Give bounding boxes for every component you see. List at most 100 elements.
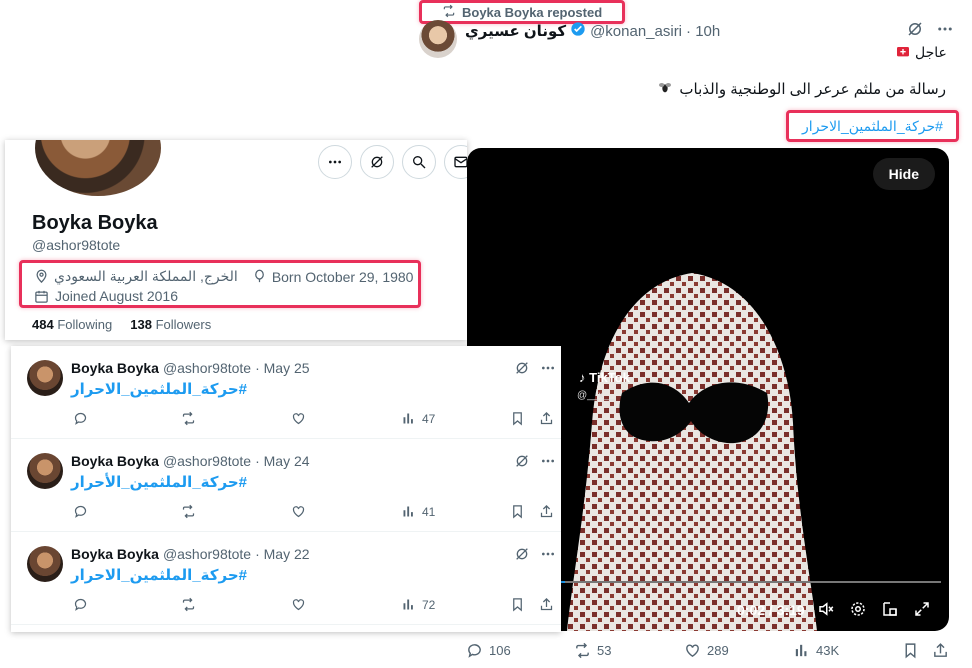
share-button[interactable]: [539, 597, 554, 612]
views-count: 41: [422, 504, 436, 519]
bookmark-button[interactable]: [510, 597, 525, 612]
views-button[interactable]: 47: [401, 411, 435, 426]
profile-birthdate: Born October 29, 1980: [252, 269, 413, 285]
video-progress-bar[interactable]: [561, 581, 941, 583]
profile-avatar[interactable]: [35, 140, 161, 196]
author-avatar[interactable]: [419, 20, 457, 58]
reply-button[interactable]: [73, 597, 88, 612]
grok-icon[interactable]: [906, 20, 924, 43]
profile-message-button[interactable]: [444, 145, 467, 179]
repost-icon: [576, 642, 589, 659]
reply-button[interactable]: [73, 504, 88, 519]
share-button[interactable]: [539, 504, 554, 519]
more-icon[interactable]: [540, 360, 556, 376]
mute-icon[interactable]: [817, 600, 835, 623]
bookmark-button[interactable]: [510, 504, 525, 519]
share-button[interactable]: [539, 411, 554, 426]
follow-stats: 484 Following 138 Followers: [32, 317, 211, 332]
tiktok-icon: ♪: [579, 370, 586, 385]
tweet-text-row: رسالة من ملثم عرعر الى الوطنجية والذباب: [657, 79, 946, 99]
post-author-handle[interactable]: @ashor98tote: [163, 360, 251, 376]
post-author-handle[interactable]: @ashor98tote: [163, 546, 251, 562]
post-date[interactable]: · May 25: [255, 360, 309, 376]
post-author-name[interactable]: Boyka Boyka: [71, 546, 159, 562]
timeline-post[interactable]: Boyka Boyka @ashor98tote · May 22 #حركة_…: [11, 532, 561, 625]
share-button[interactable]: [932, 642, 949, 659]
repost-button[interactable]: 53: [574, 642, 611, 659]
bookmark-icon: [513, 505, 522, 519]
profile-card: Boyka Boyka @ashor98tote الخرج, المملكة …: [5, 140, 467, 340]
post-avatar[interactable]: [27, 546, 63, 582]
tiktok-user: @__x__: [577, 390, 615, 401]
repost-icon: [182, 597, 195, 612]
share-icon: [540, 597, 553, 611]
heart-icon: [292, 506, 305, 518]
post-hashtag-link[interactable]: #حركة_الملثمين_الاحرار: [71, 566, 247, 584]
views-button[interactable]: 41: [401, 504, 435, 519]
share-icon: [540, 411, 553, 425]
post-author-name[interactable]: Boyka Boyka: [71, 360, 159, 376]
tweet-hashtag-link[interactable]: #حركة_الملثمين_الاحرار: [786, 110, 959, 142]
reply-icon: [74, 412, 87, 425]
followers-link[interactable]: 138 Followers: [130, 317, 211, 332]
repost-count: 53: [597, 643, 612, 658]
timeline-post[interactable]: Boyka Boyka @ashor98tote · May 25 #حركة_…: [11, 346, 561, 439]
reply-count: 106: [489, 643, 511, 658]
post-hashtag-link[interactable]: #حركة_الملثمين_الاحرار: [71, 380, 247, 398]
post-author-handle[interactable]: @ashor98tote: [163, 453, 251, 469]
urgent-row: عاجل: [895, 43, 947, 62]
grok-icon: [371, 156, 383, 168]
pip-icon[interactable]: [881, 600, 899, 623]
grok-icon[interactable]: [514, 546, 530, 562]
post-hashtag-link[interactable]: #حركة_الملثمين_الأحرار: [71, 473, 247, 491]
video-controls: [817, 600, 931, 623]
verified-icon: [570, 21, 586, 41]
reply-icon: [74, 505, 87, 518]
siren-icon: [895, 43, 911, 62]
more-icon[interactable]: [540, 546, 556, 562]
repost-button[interactable]: [181, 504, 196, 519]
balloon-icon: [254, 269, 264, 283]
grok-icon[interactable]: [514, 453, 530, 469]
settings-icon[interactable]: [849, 600, 867, 623]
post-date[interactable]: · May 22: [255, 546, 309, 562]
tweet-time[interactable]: · 10h: [686, 23, 720, 40]
author-handle[interactable]: @konan_asiri: [590, 23, 682, 40]
profile-search-button[interactable]: [402, 145, 436, 179]
post-avatar[interactable]: [27, 360, 63, 396]
fullscreen-icon[interactable]: [913, 600, 931, 623]
like-button[interactable]: [291, 411, 306, 426]
profile-grok-button[interactable]: [360, 145, 394, 179]
reply-button[interactable]: 106: [466, 642, 511, 659]
repost-button[interactable]: [181, 597, 196, 612]
more-icon[interactable]: [936, 20, 954, 43]
timeline-post[interactable]: Boyka Boyka @ashor98tote · May 24 #حركة_…: [11, 439, 561, 532]
profile-more-button[interactable]: [318, 145, 352, 179]
post-avatar[interactable]: [27, 453, 63, 489]
repost-text: Boyka Boyka reposted: [462, 4, 603, 20]
repost-button[interactable]: [181, 411, 196, 426]
more-icon: [329, 160, 341, 164]
post-date[interactable]: · May 24: [255, 453, 309, 469]
views-button[interactable]: 72: [401, 597, 435, 612]
heart-icon: [292, 413, 305, 425]
grok-icon[interactable]: [514, 360, 530, 376]
more-icon[interactable]: [540, 453, 556, 469]
reply-icon: [468, 644, 481, 658]
bookmark-button[interactable]: [902, 642, 919, 659]
like-button[interactable]: [291, 597, 306, 612]
author-name[interactable]: كونان عسيري: [465, 22, 566, 40]
hide-button[interactable]: Hide: [872, 158, 935, 190]
following-link[interactable]: 484 Following: [32, 317, 112, 332]
views-button[interactable]: 43K: [793, 642, 839, 659]
like-button[interactable]: 289: [684, 642, 729, 659]
post-author-name[interactable]: Boyka Boyka: [71, 453, 159, 469]
bookmark-icon: [513, 412, 522, 426]
profile-handle: @ashor98tote: [32, 237, 121, 253]
views-count: 43K: [816, 643, 840, 658]
bookmark-button[interactable]: [510, 411, 525, 426]
reply-button[interactable]: [73, 411, 88, 426]
profile-actions: [318, 145, 467, 179]
views-icon: [795, 644, 807, 657]
like-button[interactable]: [291, 504, 306, 519]
